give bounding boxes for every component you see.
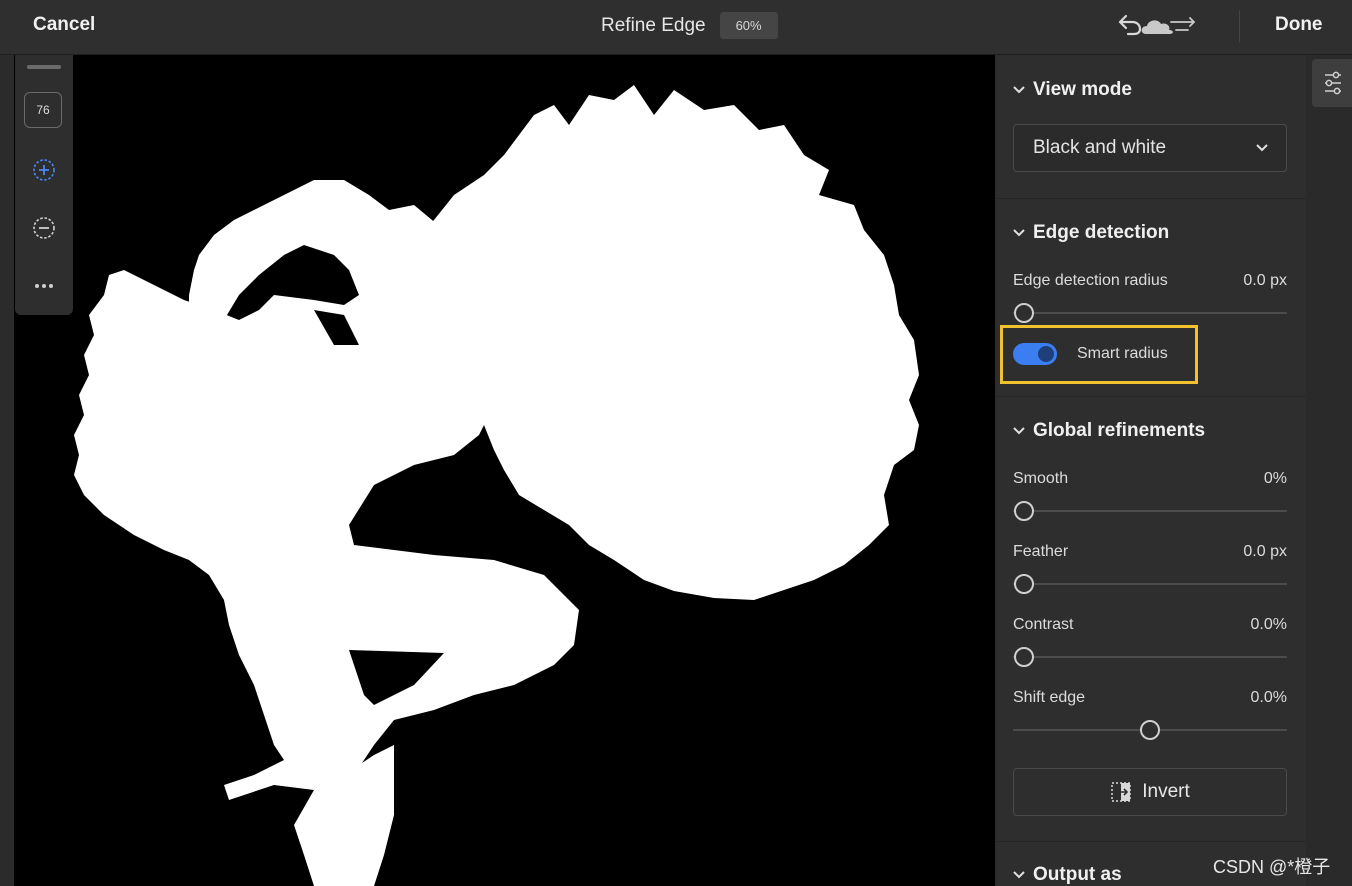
shift-edge-value: 0.0% xyxy=(1250,689,1287,706)
subtract-brush-icon[interactable] xyxy=(31,215,57,241)
smooth-value: 0% xyxy=(1263,470,1287,487)
global-refinements-section-header[interactable]: Global refinements xyxy=(1013,420,1205,442)
title-group: Refine Edge 60% xyxy=(601,12,778,39)
smart-radius-toggle[interactable] xyxy=(1013,343,1057,365)
toolbar-grip-handle[interactable] xyxy=(27,65,61,69)
feather-value: 0.0 px xyxy=(1243,543,1287,560)
top-divider xyxy=(1239,10,1240,42)
contrast-slider-thumb[interactable] xyxy=(1014,647,1034,667)
invert-label: Invert xyxy=(1142,781,1190,802)
image-canvas[interactable] xyxy=(14,55,995,886)
feather-label: Feather xyxy=(1013,543,1069,560)
feather-slider-thumb[interactable] xyxy=(1014,574,1034,594)
view-mode-section-header[interactable]: View mode xyxy=(1013,79,1132,101)
edge-detection-section-header[interactable]: Edge detection xyxy=(1013,222,1169,244)
section-divider xyxy=(996,396,1306,397)
view-mode-selected-value: Black and white xyxy=(1033,137,1167,158)
chevron-down-icon xyxy=(1013,229,1025,237)
contrast-value: 0.0% xyxy=(1250,616,1287,633)
top-bar: Cancel Refine Edge 60% Done xyxy=(0,0,1352,55)
chevron-down-icon xyxy=(1256,144,1268,152)
edge-detection-radius-label: Edge detection radius xyxy=(1013,272,1168,289)
smart-radius-label: Smart radius xyxy=(1077,345,1168,362)
smooth-slider-thumb[interactable] xyxy=(1014,501,1034,521)
edge-detection-radius-track[interactable] xyxy=(1013,312,1287,314)
contrast-label: Contrast xyxy=(1013,616,1074,633)
contrast-slider-track[interactable] xyxy=(1013,656,1287,658)
output-as-heading: Output as xyxy=(1033,864,1122,885)
smart-radius-row: Smart radius xyxy=(1013,343,1168,365)
edge-detection-radius-thumb[interactable] xyxy=(1014,303,1034,323)
done-button[interactable]: Done xyxy=(1275,14,1323,36)
shift-edge-slider-thumb[interactable] xyxy=(1140,720,1160,740)
invert-button[interactable]: Invert xyxy=(1013,768,1287,816)
smooth-slider-track[interactable] xyxy=(1013,510,1287,512)
add-brush-icon[interactable] xyxy=(31,157,57,183)
undo-cloud-sync-icon[interactable] xyxy=(1116,12,1198,40)
feather-slider-track[interactable] xyxy=(1013,583,1287,585)
properties-toggle-button[interactable] xyxy=(1312,59,1352,107)
view-mode-select[interactable]: Black and white xyxy=(1013,124,1287,172)
toggle-knob xyxy=(1038,346,1054,362)
cancel-button[interactable]: Cancel xyxy=(33,14,95,36)
zoom-level-badge[interactable]: 60% xyxy=(719,12,778,39)
invert-icon xyxy=(1111,782,1131,802)
brush-size-field[interactable]: 76 xyxy=(24,92,62,128)
edge-detection-heading: Edge detection xyxy=(1033,222,1170,243)
watermark-text: CSDN @*橙子 xyxy=(1213,857,1331,877)
right-rail xyxy=(1306,55,1352,886)
page-title: Refine Edge xyxy=(601,14,706,36)
properties-panel: View mode Black and white Edge detection… xyxy=(996,55,1306,886)
left-toolbar: 76 xyxy=(15,55,73,315)
global-refinements-heading: Global refinements xyxy=(1033,420,1206,441)
smooth-label: Smooth xyxy=(1013,470,1069,487)
section-divider xyxy=(996,198,1306,199)
more-options-icon[interactable] xyxy=(31,273,57,299)
mask-silhouette-image xyxy=(74,85,919,886)
chevron-down-icon xyxy=(1013,871,1025,879)
chevron-down-icon xyxy=(1013,86,1025,94)
edge-detection-radius-value: 0.0 px xyxy=(1243,272,1287,289)
sliders-icon xyxy=(1325,71,1341,95)
section-divider xyxy=(996,841,1306,842)
output-as-section-header[interactable]: Output as xyxy=(1013,864,1122,886)
shift-edge-label: Shift edge xyxy=(1013,689,1086,706)
view-mode-heading: View mode xyxy=(1033,79,1132,100)
chevron-down-icon xyxy=(1013,427,1025,435)
